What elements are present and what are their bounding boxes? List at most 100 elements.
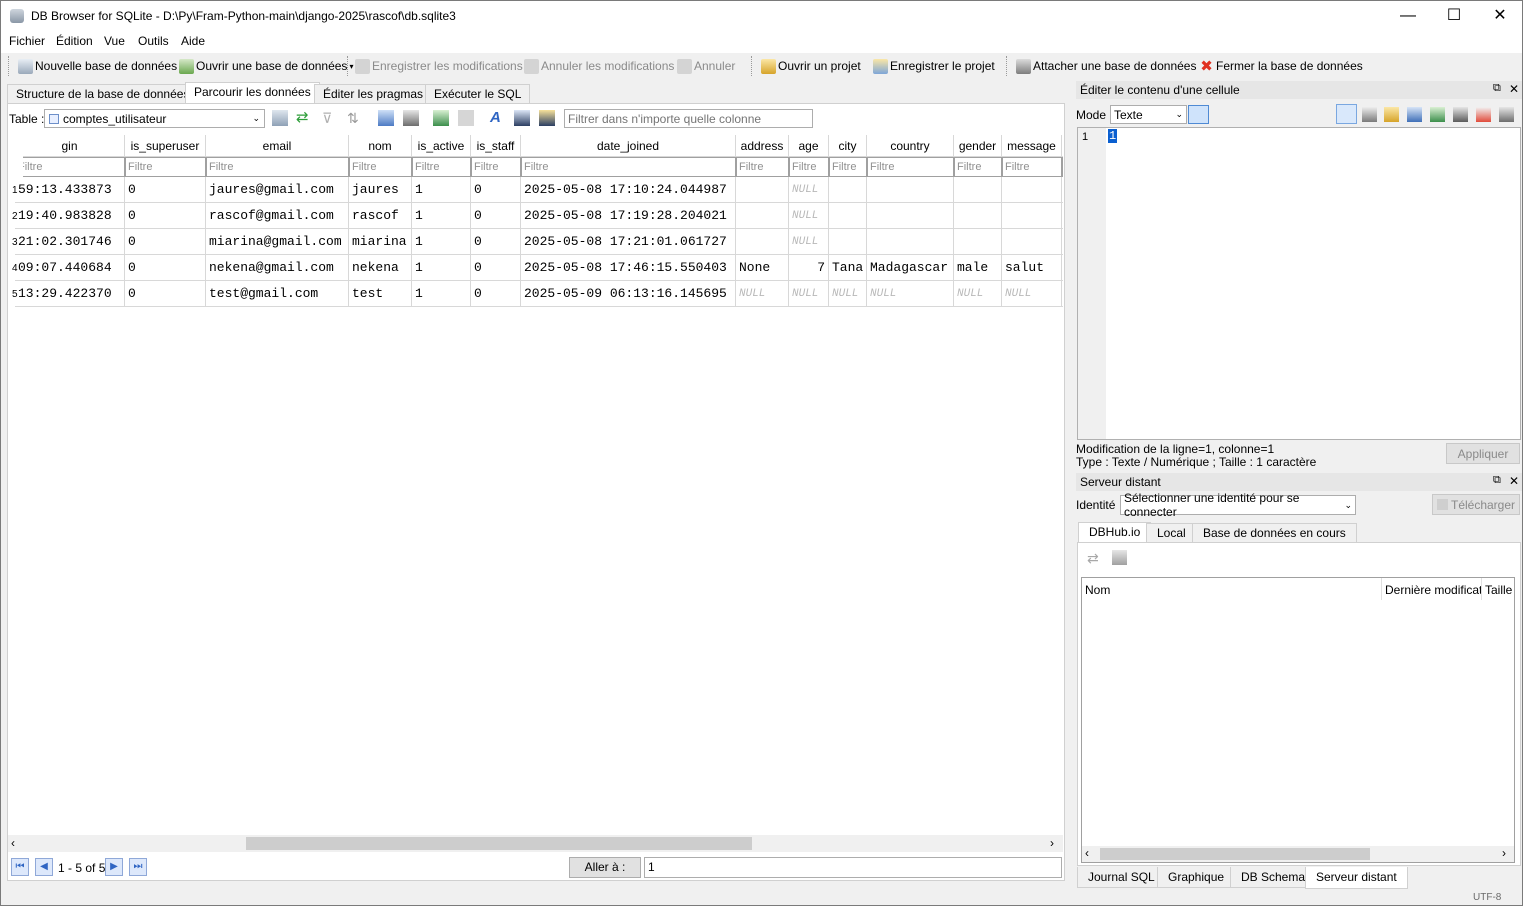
tab-plot[interactable]: Graphique (1157, 867, 1236, 888)
table-cell-is-staff[interactable]: 0 (471, 229, 521, 255)
table-cell-last-login[interactable]: 13:29.422370 (15, 281, 125, 307)
table-cell-country[interactable] (867, 229, 954, 255)
open-database-button[interactable]: Ouvrir une base de données ▾ (179, 57, 353, 75)
table-cell-is-staff[interactable]: 0 (471, 203, 521, 229)
column-header-last-login[interactable]: gin (15, 135, 125, 157)
undo-button[interactable]: Annuler (677, 57, 735, 75)
print-cell-icon[interactable] (1499, 107, 1514, 122)
open-project-button[interactable]: Ouvrir un projet (761, 57, 861, 75)
set-null-icon[interactable] (1430, 107, 1445, 122)
column-header-age[interactable]: age (789, 135, 829, 157)
table-cell-gender[interactable]: male (954, 255, 1002, 281)
table-cell-gender[interactable] (954, 229, 1002, 255)
table-cell-message[interactable] (1002, 229, 1062, 255)
table-cell-email[interactable]: nekena@gmail.com (206, 255, 349, 281)
remote-col-size[interactable]: Taille (1485, 583, 1512, 597)
import-icon[interactable] (1384, 107, 1399, 122)
table-cell-is-superuser[interactable]: 0 (125, 229, 206, 255)
dock-float-icon[interactable]: ⧉ (1493, 474, 1501, 487)
column-filter-is-staff[interactable]: Filtre (471, 157, 521, 177)
table-cell-nom[interactable]: nekena (349, 255, 412, 281)
word-wrap-icon[interactable] (1336, 104, 1357, 124)
column-header-is-superuser[interactable]: is_superuser (125, 135, 206, 157)
table-cell-gender[interactable] (954, 177, 1002, 203)
table-cell-address[interactable] (736, 229, 789, 255)
table-cell-age[interactable]: 7 (789, 255, 829, 281)
tab-browse-data[interactable]: Parcourir les données (185, 82, 320, 104)
find-icon[interactable] (514, 110, 530, 126)
table-cell-date-joined[interactable]: 2025-05-09 06:13:16.145695 (521, 281, 736, 307)
table-cell-extra[interactable] (1062, 203, 1063, 229)
table-cell-nom[interactable]: test (349, 281, 412, 307)
table-cell-last-login[interactable]: 59:13.433873 (15, 177, 125, 203)
column-filter-message[interactable]: Filtre (1002, 157, 1062, 177)
table-cell-email[interactable]: test@gmail.com (206, 281, 349, 307)
print-icon[interactable] (403, 110, 419, 126)
table-cell-nom[interactable]: jaures (349, 177, 412, 203)
table-cell-country[interactable]: NULL (867, 281, 954, 307)
tab-db-schema[interactable]: DB Schema (1230, 867, 1317, 888)
scroll-right-icon[interactable]: › (1050, 836, 1054, 850)
table-cell-city[interactable]: NULL (829, 281, 867, 307)
menu-file[interactable]: Fichier (9, 34, 45, 48)
table-cell-address[interactable] (736, 203, 789, 229)
clear-sort-icon[interactable]: ⇅ (347, 110, 363, 126)
find-replace-icon[interactable] (539, 110, 555, 126)
menu-edit[interactable]: Édition (56, 34, 93, 48)
table-cell-email[interactable]: jaures@gmail.com (206, 177, 349, 203)
remote-horizontal-scrollbar[interactable]: ‹ › (1082, 846, 1514, 862)
column-header-extra[interactable]: F (1062, 135, 1063, 157)
table-cell-message[interactable]: NULL (1002, 281, 1062, 307)
column-header-is-active[interactable]: is_active (412, 135, 471, 157)
save-project-button[interactable]: Enregistrer le projet (873, 57, 995, 75)
last-record-icon[interactable]: ⏭ (129, 858, 147, 876)
column-filter-city[interactable]: Filtre (829, 157, 867, 177)
table-cell-last-login[interactable]: 09:07.440684 (15, 255, 125, 281)
column-filter-date-joined[interactable]: Filtre (521, 157, 736, 177)
table-cell-last-login[interactable]: 21:02.301746 (15, 229, 125, 255)
table-cell-is-superuser[interactable]: 0 (125, 255, 206, 281)
menu-view[interactable]: Vue (104, 34, 125, 48)
table-cell-extra[interactable]: N (1062, 281, 1063, 307)
table-cell-message[interactable] (1002, 177, 1062, 203)
table-cell-country[interactable]: Madagascar (867, 255, 954, 281)
dock-close-icon[interactable]: ✕ (1509, 474, 1519, 488)
remote-refresh-icon[interactable]: ⇄ (1087, 550, 1099, 567)
clear-filters-icon[interactable]: ⊽ (322, 110, 338, 126)
tab-dbhub[interactable]: DBHub.io (1078, 522, 1152, 542)
table-cell-age[interactable]: NULL (789, 229, 829, 255)
column-filter-email[interactable]: Filtre (206, 157, 349, 177)
mode-select[interactable]: Texte ⌄ (1110, 105, 1187, 124)
column-filter-last-login[interactable]: Filtre (15, 157, 125, 177)
next-record-icon[interactable]: ▶ (105, 858, 123, 876)
scroll-right-icon[interactable]: › (1502, 846, 1506, 860)
minimize-icon[interactable]: — (1385, 1, 1431, 31)
column-header-country[interactable]: country (867, 135, 954, 157)
first-record-icon[interactable]: ⏮ (11, 858, 29, 876)
scroll-left-icon[interactable]: ‹ (11, 836, 15, 850)
menu-help[interactable]: Aide (181, 34, 205, 48)
revert-changes-button[interactable]: Annuler les modifications (524, 57, 674, 75)
new-database-button[interactable]: Nouvelle base de données (18, 57, 177, 75)
table-cell-city[interactable] (829, 177, 867, 203)
table-cell-extra[interactable] (1062, 177, 1063, 203)
maximize-icon[interactable]: ☐ (1431, 1, 1477, 31)
table-cell-is-staff[interactable]: 0 (471, 281, 521, 307)
table-cell-extra[interactable]: 3 (1062, 255, 1063, 281)
text-format-icon[interactable]: A (490, 110, 506, 126)
table-cell-date-joined[interactable]: 2025-05-08 17:19:28.204021 (521, 203, 736, 229)
tab-edit-pragmas[interactable]: Éditer les pragmas (314, 84, 433, 104)
table-cell-city[interactable]: Tana (829, 255, 867, 281)
apply-edit-icon[interactable] (1453, 107, 1468, 122)
column-filter-extra[interactable]: Filtre (1062, 157, 1063, 177)
scroll-thumb[interactable] (1100, 848, 1370, 860)
table-cell-is-superuser[interactable]: 0 (125, 281, 206, 307)
column-filter-country[interactable]: Filtre (867, 157, 954, 177)
table-cell-is-superuser[interactable]: 0 (125, 203, 206, 229)
table-cell-nom[interactable]: rascof (349, 203, 412, 229)
tab-execute-sql[interactable]: Exécuter le SQL (425, 84, 531, 104)
table-cell-date-joined[interactable]: 2025-05-08 17:46:15.550403 (521, 255, 736, 281)
table-cell-is-staff[interactable]: 0 (471, 255, 521, 281)
menu-tools[interactable]: Outils (138, 34, 169, 48)
remote-col-modified[interactable]: Dernière modificatic (1385, 583, 1481, 597)
